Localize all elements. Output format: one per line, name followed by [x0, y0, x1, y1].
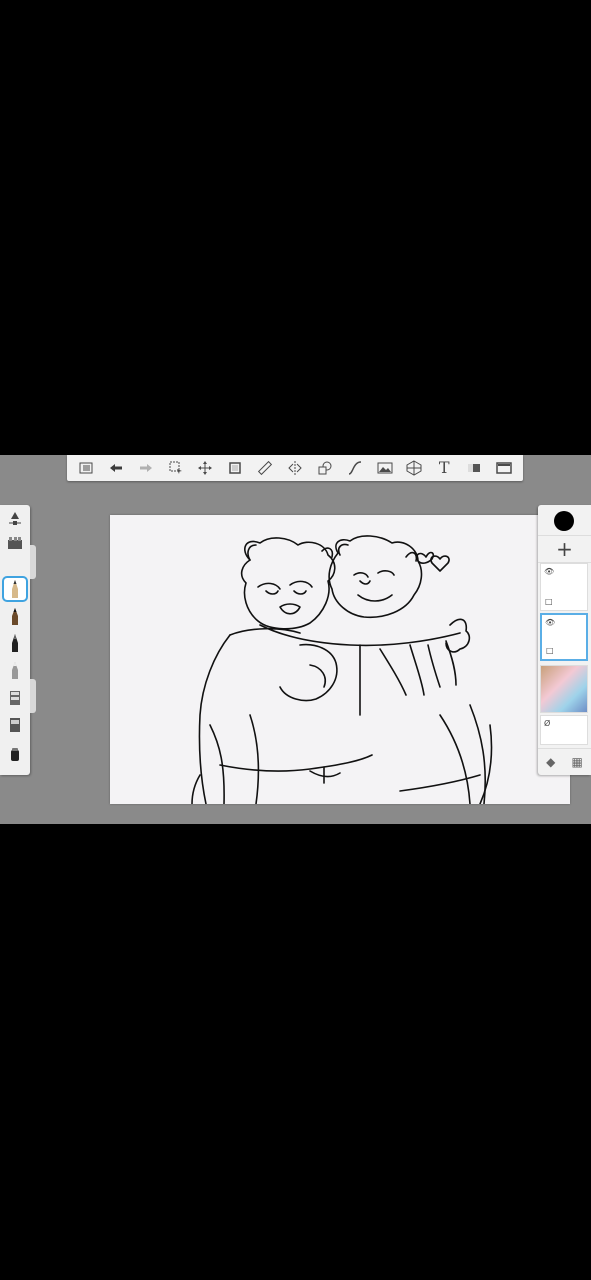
crop-icon[interactable]: [220, 455, 250, 481]
fullscreen-icon[interactable]: [489, 455, 519, 481]
select-icon[interactable]: [161, 455, 191, 481]
curve-icon[interactable]: [340, 455, 370, 481]
size-slider-handle[interactable]: [30, 545, 36, 579]
redo-icon[interactable]: [131, 455, 161, 481]
text-icon[interactable]: T: [429, 455, 459, 481]
fill-icon[interactable]: [459, 455, 489, 481]
ink-pen-brush[interactable]: [4, 605, 26, 627]
marker-brush[interactable]: [4, 632, 26, 654]
pencil-brush[interactable]: [2, 576, 28, 602]
symmetry-icon[interactable]: [280, 455, 310, 481]
layer-thumbnail-lineart[interactable]: 👁 □: [540, 613, 588, 661]
perspective-icon[interactable]: [399, 455, 429, 481]
layer-panel: + 👁 □ 👁 □ Ø ◆ ▦: [538, 505, 591, 775]
color-picker[interactable]: [554, 511, 574, 531]
airbrush-brush[interactable]: [4, 686, 26, 708]
layer-thumbnail-reference[interactable]: [540, 665, 588, 713]
shapes-icon[interactable]: [310, 455, 340, 481]
smudge-brush[interactable]: [4, 743, 26, 765]
text-icon-label: T: [438, 458, 450, 477]
ruler-icon[interactable]: [250, 455, 280, 481]
lock-icon[interactable]: □: [545, 597, 553, 606]
image-icon[interactable]: [370, 455, 400, 481]
grid-icon[interactable]: ▦: [572, 755, 583, 769]
hidden-visibility-icon[interactable]: Ø: [544, 719, 550, 728]
paintbrush-brush[interactable]: [4, 659, 26, 681]
undo-icon[interactable]: [101, 455, 131, 481]
line-art-drawing: [191, 535, 493, 804]
visibility-icon[interactable]: 👁: [545, 618, 555, 627]
top-toolbar: T: [67, 455, 523, 481]
brush-palette: [0, 505, 30, 775]
layer-panel-footer: ◆ ▦: [538, 748, 591, 775]
opacity-slider-handle[interactable]: [30, 679, 36, 713]
eraser-brush[interactable]: [4, 713, 26, 735]
layer-thumbnail-sketch[interactable]: 👁 □: [540, 563, 588, 611]
list-icon[interactable]: [71, 455, 101, 481]
add-layer-button[interactable]: +: [538, 535, 591, 563]
brush-library-icon[interactable]: [4, 532, 26, 554]
brush-settings-icon[interactable]: [4, 509, 26, 531]
visibility-icon[interactable]: 👁: [544, 567, 554, 576]
drawing-canvas[interactable]: [110, 515, 570, 804]
layer-thumbnail-background[interactable]: Ø: [540, 715, 588, 745]
sketch-app: T + 👁 □ 👁 □ Ø ◆ ▦: [0, 455, 591, 824]
lock-icon[interactable]: □: [546, 646, 554, 655]
transform-icon[interactable]: [190, 455, 220, 481]
add-layer-label: +: [556, 537, 573, 561]
layers-icon[interactable]: ◆: [546, 755, 555, 769]
